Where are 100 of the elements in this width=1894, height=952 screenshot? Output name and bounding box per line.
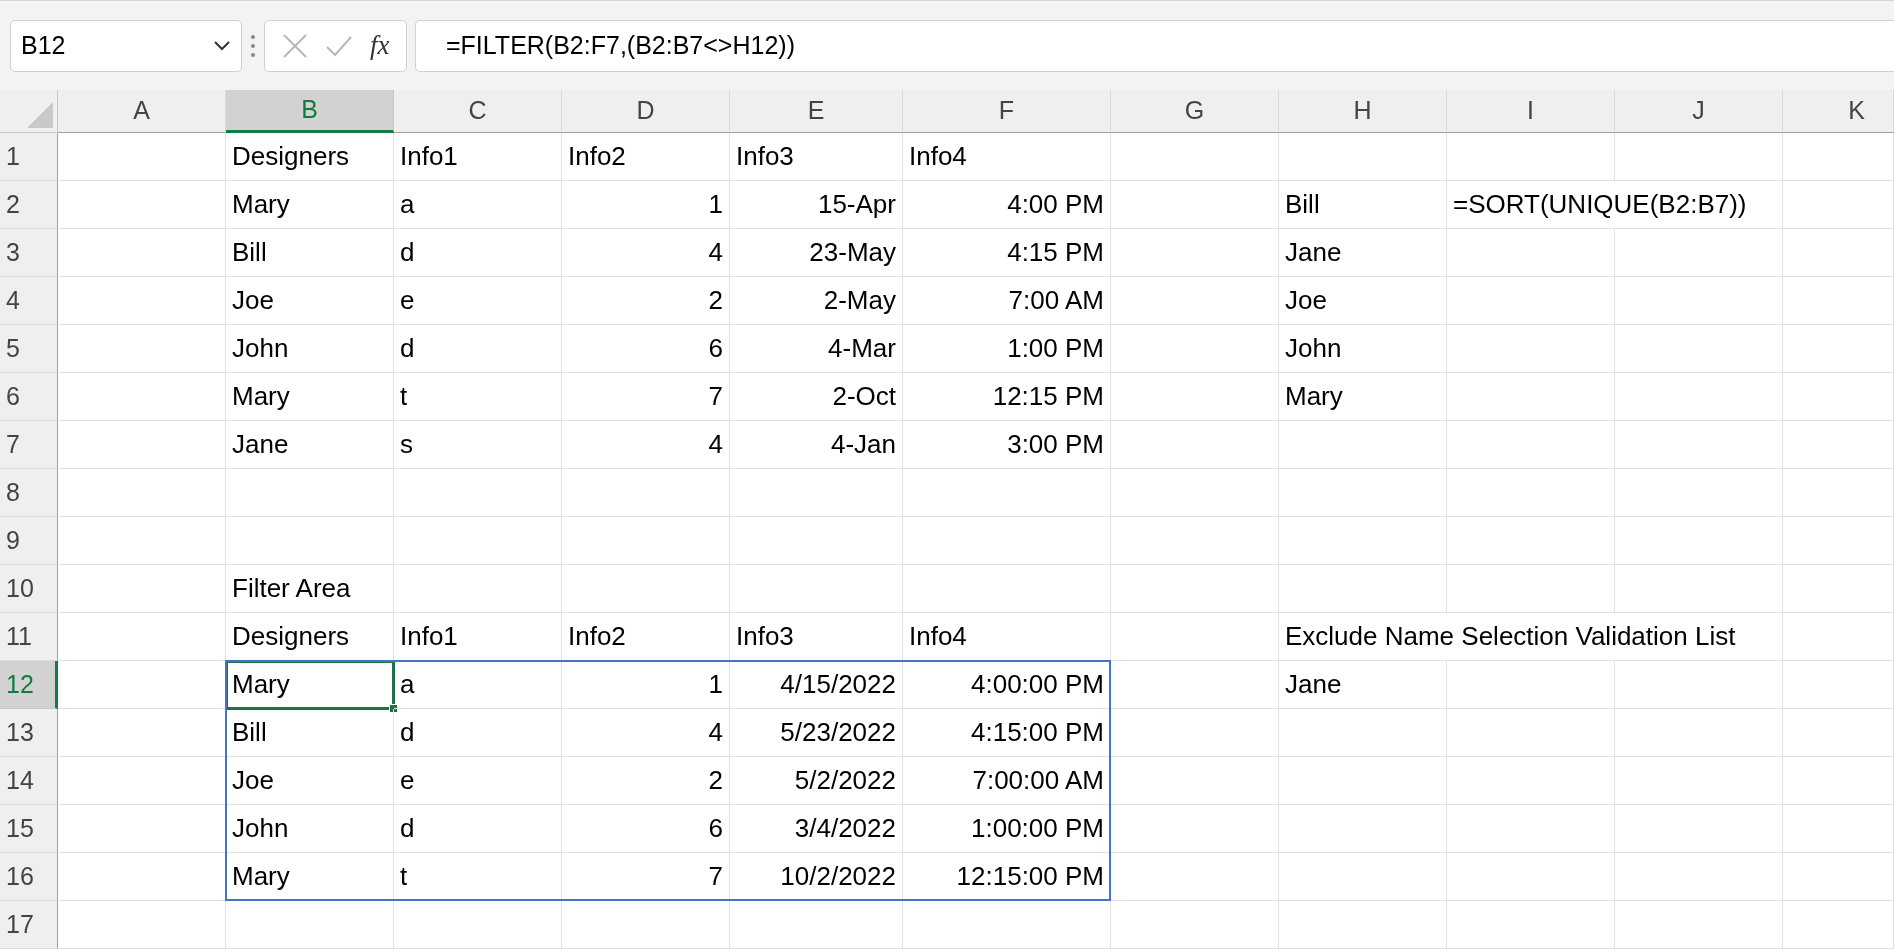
cell[interactable]: e — [394, 757, 562, 805]
select-all-button[interactable] — [0, 90, 58, 133]
cell[interactable] — [562, 517, 730, 565]
cell[interactable]: 4:00 PM — [903, 181, 1111, 229]
cell[interactable]: 6 — [562, 325, 730, 373]
cell[interactable] — [58, 421, 226, 469]
cell[interactable] — [1111, 421, 1279, 469]
cell[interactable] — [903, 565, 1111, 613]
cell[interactable] — [1111, 133, 1279, 181]
cell[interactable]: 7:00:00 AM — [903, 757, 1111, 805]
cell[interactable] — [1279, 709, 1447, 757]
cell[interactable] — [1111, 709, 1279, 757]
cell[interactable]: 7 — [562, 373, 730, 421]
cell[interactable] — [1111, 853, 1279, 901]
cell[interactable]: t — [394, 373, 562, 421]
row-header[interactable]: 10 — [0, 565, 58, 613]
cell[interactable] — [58, 469, 226, 517]
cell[interactable] — [1783, 853, 1894, 901]
name-box[interactable]: B12 — [10, 19, 242, 72]
cell[interactable] — [1111, 469, 1279, 517]
cell[interactable]: t — [394, 853, 562, 901]
cell[interactable]: 1:00 PM — [903, 325, 1111, 373]
close-icon[interactable] — [281, 32, 308, 59]
cell[interactable]: 4/15/2022 — [730, 661, 903, 709]
cell[interactable] — [226, 469, 394, 517]
cell[interactable] — [1279, 901, 1447, 949]
cell[interactable]: 3/4/2022 — [730, 805, 903, 853]
cell[interactable]: 1 — [562, 181, 730, 229]
row-header[interactable]: 16 — [0, 853, 58, 901]
cell[interactable]: Mary — [226, 181, 394, 229]
cell[interactable] — [1111, 613, 1279, 661]
column-header[interactable]: C — [394, 90, 562, 133]
cell[interactable] — [1447, 901, 1615, 949]
cell[interactable] — [1615, 709, 1783, 757]
cell[interactable]: 1 — [562, 661, 730, 709]
cell[interactable] — [1615, 133, 1783, 181]
cell[interactable] — [1783, 373, 1894, 421]
cell[interactable]: 4 — [562, 229, 730, 277]
cell[interactable]: 2-Oct — [730, 373, 903, 421]
column-header[interactable]: E — [730, 90, 903, 133]
cell[interactable] — [903, 469, 1111, 517]
cell[interactable] — [1447, 421, 1615, 469]
cell[interactable] — [58, 373, 226, 421]
cell[interactable] — [1615, 805, 1783, 853]
cell[interactable]: Info3 — [730, 613, 903, 661]
cell[interactable]: Mary — [226, 661, 394, 709]
cell[interactable]: 10/2/2022 — [730, 853, 903, 901]
cell[interactable]: 4:15:00 PM — [903, 709, 1111, 757]
cell[interactable] — [1615, 277, 1783, 325]
cell[interactable]: 7:00 AM — [903, 277, 1111, 325]
cell[interactable] — [1783, 421, 1894, 469]
cell[interactable]: 12:15:00 PM — [903, 853, 1111, 901]
cell[interactable]: Bill — [226, 229, 394, 277]
cell[interactable]: 1:00:00 PM — [903, 805, 1111, 853]
column-header[interactable]: H — [1279, 90, 1447, 133]
formula-input[interactable]: =FILTER(B2:F7,(B2:B7<>H12)) — [415, 19, 1894, 72]
cell[interactable] — [58, 229, 226, 277]
cell[interactable] — [730, 565, 903, 613]
cell[interactable] — [1447, 757, 1615, 805]
cell[interactable]: John — [226, 805, 394, 853]
cell[interactable] — [1111, 565, 1279, 613]
cell[interactable] — [1447, 661, 1615, 709]
cell[interactable] — [1279, 469, 1447, 517]
cell[interactable] — [1615, 517, 1783, 565]
cell[interactable] — [1111, 325, 1279, 373]
cell[interactable] — [1279, 421, 1447, 469]
cell[interactable] — [1615, 853, 1783, 901]
row-header[interactable]: 7 — [0, 421, 58, 469]
cell[interactable] — [394, 901, 562, 949]
cell[interactable]: Mary — [226, 853, 394, 901]
row-header[interactable]: 5 — [0, 325, 58, 373]
cell[interactable] — [1111, 661, 1279, 709]
column-header[interactable]: F — [903, 90, 1111, 133]
cell[interactable] — [903, 901, 1111, 949]
cell[interactable]: Jane — [1279, 229, 1447, 277]
cell[interactable] — [226, 517, 394, 565]
cell[interactable]: Bill — [226, 709, 394, 757]
cell[interactable] — [1783, 133, 1894, 181]
cell[interactable]: 3:00 PM — [903, 421, 1111, 469]
cell[interactable]: d — [394, 709, 562, 757]
cell[interactable]: 4-Mar — [730, 325, 903, 373]
cell[interactable] — [1111, 757, 1279, 805]
cell[interactable]: Designers — [226, 613, 394, 661]
column-header[interactable]: G — [1111, 90, 1279, 133]
cell[interactable]: a — [394, 181, 562, 229]
cell[interactable] — [1279, 133, 1447, 181]
row-header[interactable]: 8 — [0, 469, 58, 517]
cell[interactable] — [394, 469, 562, 517]
cell[interactable] — [1111, 229, 1279, 277]
cell[interactable]: 2 — [562, 757, 730, 805]
cell[interactable] — [730, 517, 903, 565]
cell[interactable] — [1447, 373, 1615, 421]
row-header[interactable]: 3 — [0, 229, 58, 277]
cell[interactable]: 7 — [562, 853, 730, 901]
cell[interactable] — [1279, 853, 1447, 901]
cell[interactable]: s — [394, 421, 562, 469]
row-header[interactable]: 11 — [0, 613, 58, 661]
insert-function-button[interactable]: fx — [369, 32, 390, 59]
cell[interactable] — [58, 325, 226, 373]
cell[interactable]: John — [226, 325, 394, 373]
